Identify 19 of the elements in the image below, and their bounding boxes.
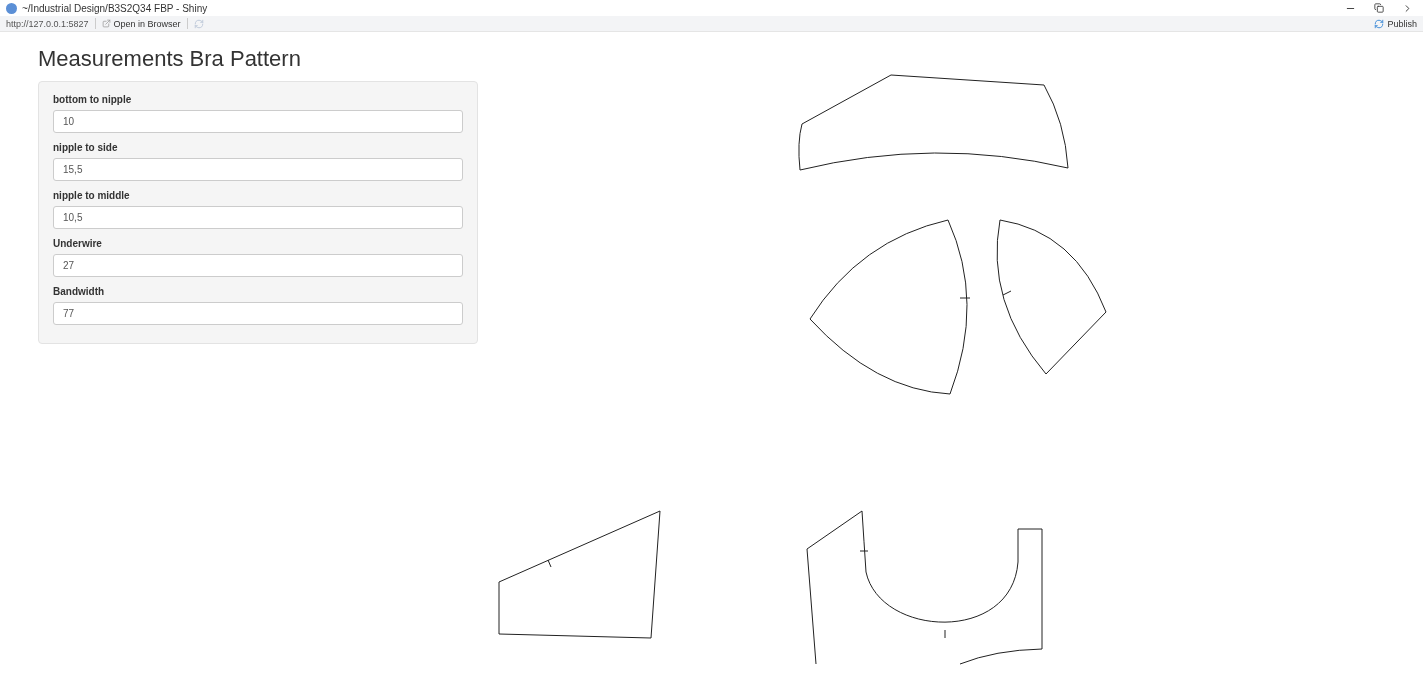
number-input[interactable]: 77 bbox=[53, 302, 463, 325]
field-label: nipple to side bbox=[53, 142, 119, 153]
number-input[interactable]: 27 bbox=[53, 254, 463, 277]
field-label: bottom to nipple bbox=[53, 94, 133, 105]
field-label: Bandwidth bbox=[53, 286, 106, 297]
external-link-icon bbox=[101, 19, 111, 28]
window-title: ~/Industrial Design/B3S2Q34 FBP - Shiny bbox=[22, 2, 209, 14]
app-icon bbox=[6, 2, 17, 14]
field-label: nipple to middle bbox=[53, 190, 131, 201]
publish-button[interactable]: Publish bbox=[1374, 18, 1417, 29]
number-input[interactable]: 15,5 bbox=[53, 158, 463, 181]
field-label: Underwire bbox=[53, 238, 103, 249]
page-heading: Measurements Bra Pattern bbox=[38, 46, 302, 72]
number-input[interactable]: 10,5 bbox=[53, 206, 463, 229]
number-input[interactable]: 10 bbox=[53, 110, 463, 133]
restore-icon[interactable] bbox=[1374, 3, 1384, 13]
url-text: http://127.0.0.1:5827 bbox=[6, 18, 89, 29]
open-in-browser-button[interactable]: Open in Browser bbox=[101, 18, 181, 29]
sync-icon bbox=[1374, 18, 1385, 29]
